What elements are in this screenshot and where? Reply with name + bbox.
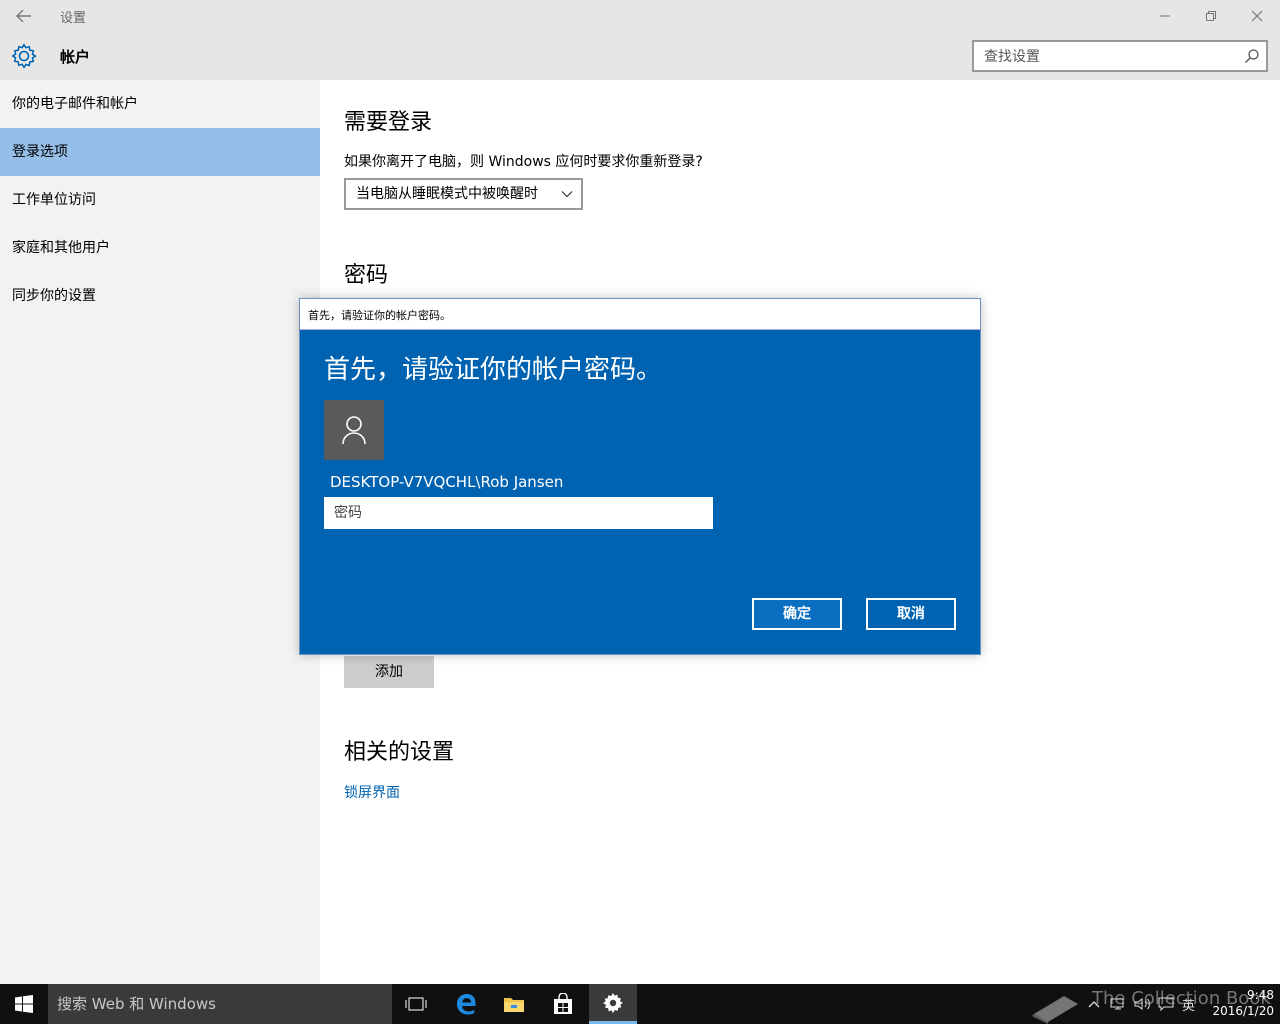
windows-logo-icon <box>15 995 33 1013</box>
require-signin-heading: 需要登录 <box>344 110 433 135</box>
require-signin-question: 如果你离开了电脑，则 Windows 应何时要求你重新登录? <box>344 154 703 170</box>
page-title: 帐户 <box>60 48 91 66</box>
minimize-button[interactable] <box>1142 0 1188 32</box>
require-signin-dropdown[interactable]: 当电脑从睡眠模式中被唤醒时 <box>344 178 583 210</box>
title-bar: 设置 <box>0 0 1280 32</box>
search-input[interactable] <box>984 47 1234 67</box>
sidebar: 你的电子邮件和帐户 登录选项 工作单位访问 家庭和其他用户 同步你的设置 <box>0 80 320 984</box>
edge-button[interactable] <box>442 984 490 1024</box>
sidebar-item-sign-in-options[interactable]: 登录选项 <box>0 128 320 176</box>
start-button[interactable] <box>0 984 48 1024</box>
back-arrow-icon <box>16 9 31 23</box>
dialog-window-title: 首先，请验证你的帐户密码。 <box>308 309 451 322</box>
close-button[interactable] <box>1234 0 1280 32</box>
password-field[interactable] <box>324 497 713 529</box>
gear-icon <box>11 43 37 69</box>
volume-icon <box>1134 998 1150 1010</box>
cancel-button[interactable]: 取消 <box>866 598 956 630</box>
restore-icon <box>1206 11 1216 21</box>
ok-button[interactable]: 确定 <box>752 598 842 630</box>
back-button[interactable] <box>8 2 40 30</box>
task-view-icon <box>405 997 427 1011</box>
settings-icon <box>603 992 623 1013</box>
settings-header: 帐户 <box>0 32 1280 80</box>
avatar <box>324 400 384 460</box>
network-icon <box>1110 998 1124 1010</box>
store-button[interactable] <box>539 984 587 1024</box>
search-box[interactable] <box>972 40 1268 72</box>
user-icon <box>342 416 366 445</box>
related-settings-heading: 相关的设置 <box>344 740 455 765</box>
file-explorer-icon <box>504 998 524 1012</box>
show-hidden-icons-button[interactable] <box>1088 984 1100 1024</box>
file-explorer-button[interactable] <box>490 984 538 1024</box>
dialog-heading: 首先，请验证你的帐户密码。 <box>324 355 663 385</box>
volume-button[interactable] <box>1134 984 1152 1024</box>
sidebar-item-email-accounts[interactable]: 你的电子邮件和帐户 <box>0 80 320 128</box>
account-username: DESKTOP-V7VQCHL\Rob Jansen <box>330 473 564 491</box>
taskbar-search-box[interactable]: 搜索 Web 和 Windows <box>48 984 392 1024</box>
action-center-button[interactable] <box>1158 984 1174 1024</box>
chevron-up-icon <box>1088 1001 1100 1008</box>
book-watermark-icon <box>1032 996 1078 1024</box>
network-button[interactable] <box>1110 984 1128 1024</box>
sidebar-item-family-users[interactable]: 家庭和其他用户 <box>0 224 320 272</box>
minimize-icon <box>1160 15 1170 17</box>
edge-icon <box>457 994 476 1015</box>
clock-time: 9:48 <box>1247 988 1274 1002</box>
dialog-title-bar: 首先，请验证你的帐户密码。 <box>300 299 980 330</box>
verify-password-dialog: 首先，请验证你的帐户密码。 首先，请验证你的帐户密码。 DESKTOP-V7VQ… <box>299 298 981 655</box>
store-icon <box>554 993 572 1014</box>
window-title: 设置 <box>60 11 87 26</box>
password-heading: 密码 <box>344 263 389 288</box>
search-icon[interactable] <box>1244 48 1260 64</box>
task-view-button[interactable] <box>392 984 440 1024</box>
chevron-down-icon <box>561 191 573 198</box>
sidebar-item-work-access[interactable]: 工作单位访问 <box>0 176 320 224</box>
message-icon <box>1158 997 1174 1011</box>
close-icon <box>1251 10 1263 22</box>
clock[interactable]: 9:48 2016/1/20 <box>1206 987 1274 1019</box>
dropdown-value: 当电脑从睡眠模式中被唤醒时 <box>356 186 538 202</box>
clock-date: 2016/1/20 <box>1212 1004 1274 1018</box>
restore-button[interactable] <box>1188 0 1234 32</box>
sidebar-item-sync-settings[interactable]: 同步你的设置 <box>0 272 320 320</box>
lock-screen-link[interactable]: 锁屏界面 <box>344 782 400 802</box>
add-password-button[interactable]: 添加 <box>344 656 434 688</box>
taskbar: 搜索 Web 和 Windows The Collection Book 英 9… <box>0 984 1280 1024</box>
input-language-button[interactable]: 英 <box>1182 984 1195 1024</box>
settings-taskbar-button[interactable] <box>589 984 637 1024</box>
